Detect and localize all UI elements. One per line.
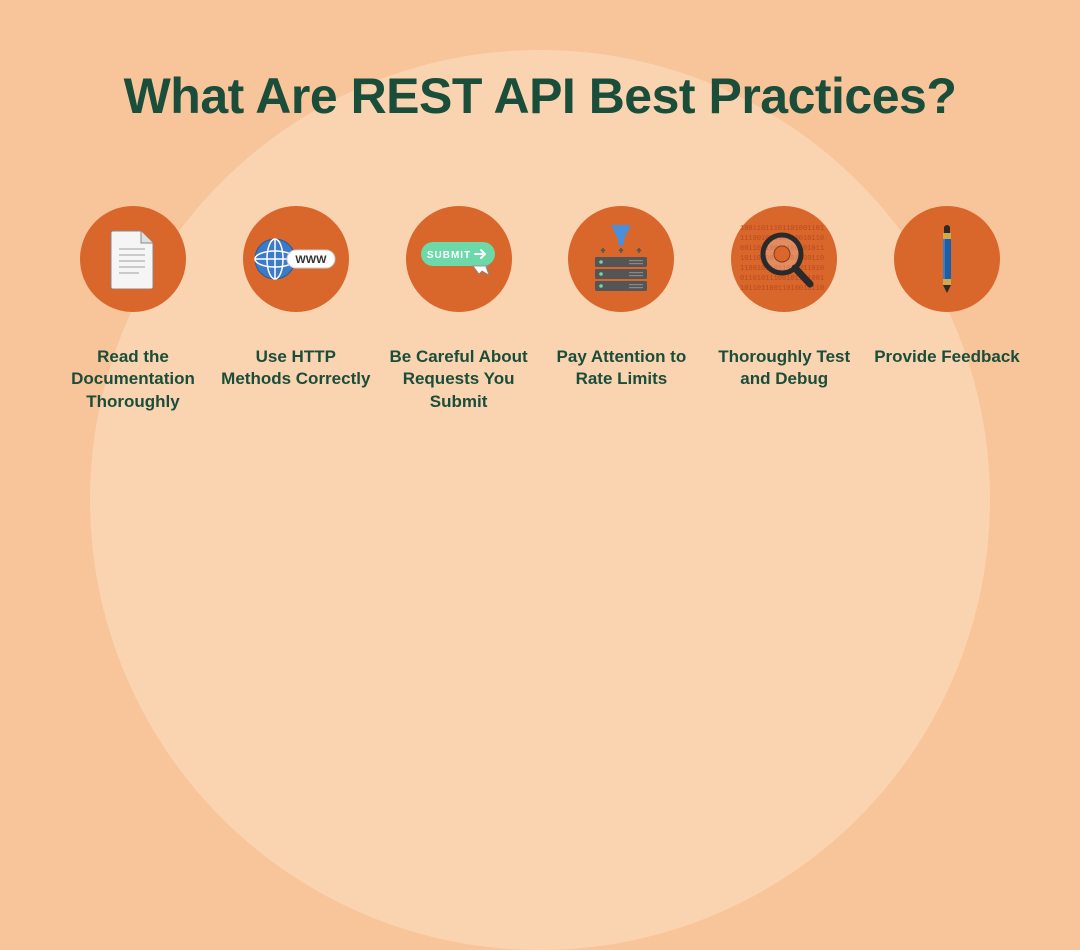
icon-circle: 10011011101101001101 1110010011011001011… [731,206,837,312]
svg-text:10011011101101001101: 10011011101101001101 [740,225,824,233]
submit-button-icon: SUBMIT [419,236,499,282]
practice-label: Read the Documentation Thoroughly [58,346,208,415]
items-row: Read the Documentation Thoroughly WWW [0,206,1080,415]
content-container: What Are REST API Best Practices? [0,0,1080,600]
svg-text:WWW: WWW [295,254,327,266]
funnel-server-icon [589,223,653,295]
document-icon [109,229,157,289]
practice-label: Use HTTP Methods Correctly [221,346,371,392]
page-title: What Are REST API Best Practices? [124,68,957,126]
svg-text:SUBMIT: SUBMIT [426,250,470,261]
icon-circle: WWW [243,206,349,312]
practice-label: Pay Attention to Rate Limits [546,346,696,392]
magnifier-binary-icon: 10011011101101001101 1110010011011001011… [738,220,830,298]
icon-circle [568,206,674,312]
practice-item: Provide Feedback [872,206,1022,415]
icon-circle: SUBMIT [406,206,512,312]
practice-label: Provide Feedback [874,346,1020,369]
practice-item: Read the Documentation Thoroughly [58,206,208,415]
practice-item: 10011011101101001101 1110010011011001011… [709,206,859,415]
globe-www-icon: WWW [253,232,339,286]
practice-label: Thoroughly Test and Debug [709,346,859,392]
practice-item: Pay Attention to Rate Limits [546,206,696,415]
pen-icon [932,223,962,295]
icon-circle [894,206,1000,312]
icon-circle [80,206,186,312]
practice-item: SUBMIT Be Careful About Requests You Sub… [384,206,534,415]
practice-label: Be Careful About Requests You Submit [384,346,534,415]
practice-item: WWW Use HTTP Methods Correctly [221,206,371,415]
